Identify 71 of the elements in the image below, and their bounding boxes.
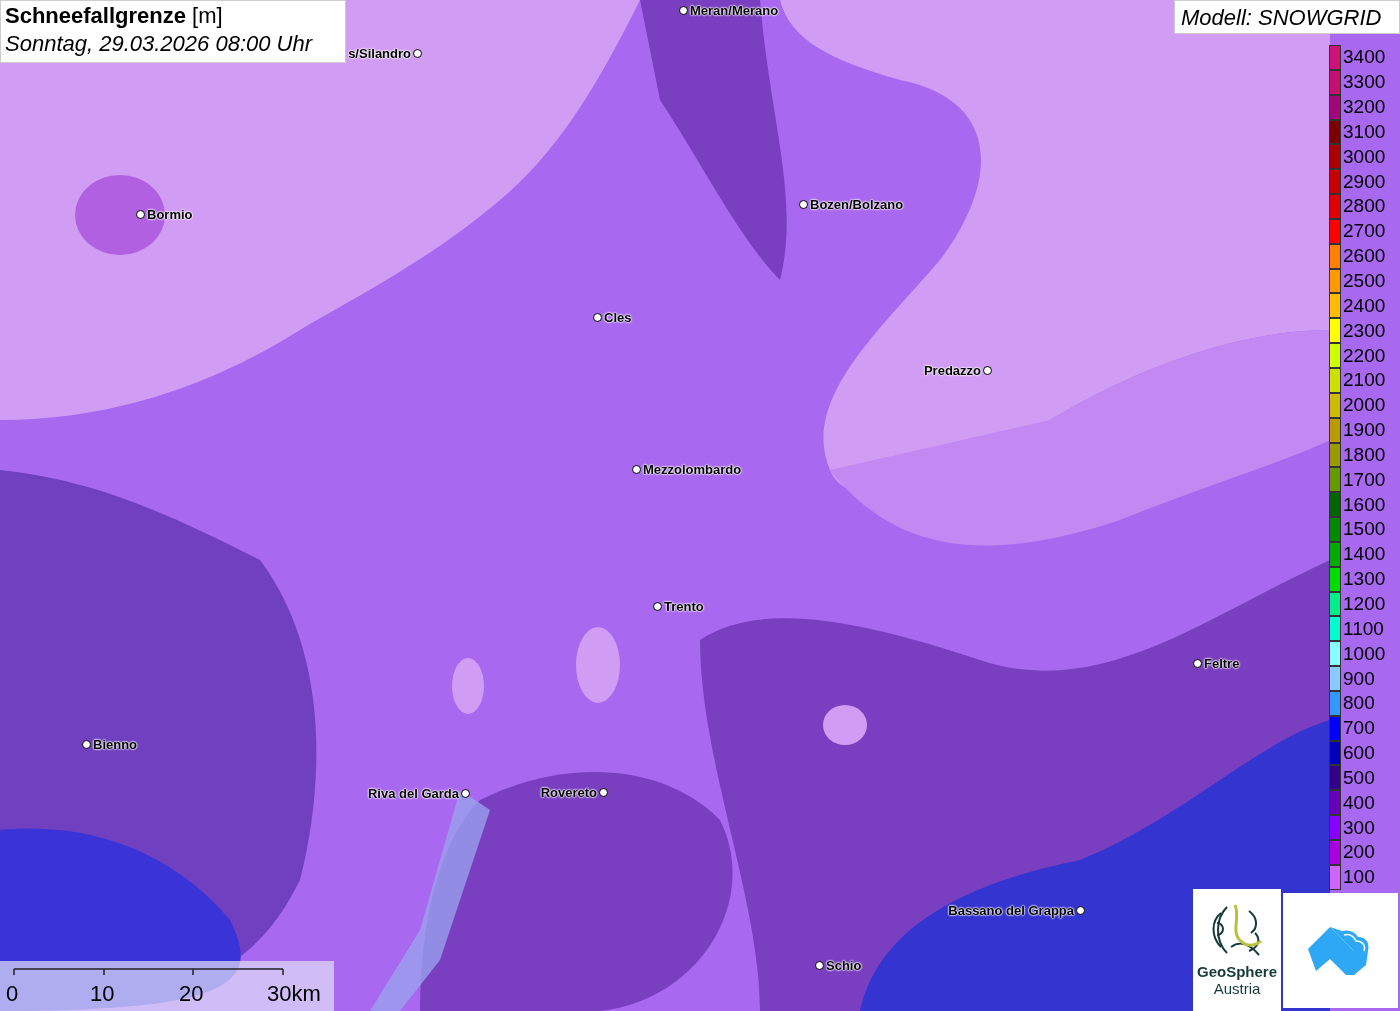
city-marker-icon bbox=[1193, 659, 1202, 668]
legend-label: 3400 bbox=[1343, 46, 1386, 69]
legend-label: 100 bbox=[1343, 866, 1375, 889]
scale-label: 20 bbox=[179, 981, 204, 1007]
city-label: Bozen/Bolzano bbox=[810, 197, 904, 212]
legend-label: 300 bbox=[1343, 816, 1375, 839]
city-marker-icon bbox=[136, 210, 145, 219]
city-label: Rovereto bbox=[540, 785, 597, 800]
legend-label: 200 bbox=[1343, 841, 1375, 864]
legend-label: 2600 bbox=[1343, 245, 1386, 268]
legend-label: 1200 bbox=[1343, 593, 1386, 615]
city-label: s/Silandro bbox=[348, 46, 411, 61]
map-title: Schneefallgrenze [m] bbox=[5, 3, 224, 29]
legend-label: 2700 bbox=[1343, 220, 1386, 243]
legend-label: 700 bbox=[1343, 717, 1375, 740]
legend-label: 2100 bbox=[1343, 369, 1386, 392]
legend-label: 3100 bbox=[1343, 120, 1386, 143]
city-label: Meran/Merano bbox=[690, 3, 779, 18]
city-marker-icon bbox=[82, 740, 91, 749]
legend-label: 1500 bbox=[1343, 518, 1386, 541]
city-label: Bienno bbox=[93, 737, 138, 752]
legend-label: 2500 bbox=[1343, 270, 1386, 292]
city-marker-icon bbox=[632, 465, 641, 474]
city-label: Feltre bbox=[1204, 656, 1240, 671]
city-label: Predazzo bbox=[923, 363, 981, 378]
legend-label: 2300 bbox=[1343, 319, 1386, 342]
city-label: Cles bbox=[604, 310, 632, 325]
legend-label: 2900 bbox=[1343, 170, 1386, 193]
city-label: Mezzolombardo bbox=[643, 462, 742, 477]
legend-label: 3200 bbox=[1343, 96, 1386, 119]
city-marker-icon bbox=[461, 789, 470, 798]
city-marker-icon bbox=[815, 961, 824, 970]
legend-label: 400 bbox=[1343, 791, 1375, 814]
logo-text: GeoSphere bbox=[1197, 963, 1277, 980]
logo-subtext: Austria bbox=[1213, 980, 1261, 997]
model-label: Modell: SNOWGRID bbox=[1174, 0, 1400, 34]
city-marker-icon bbox=[653, 602, 662, 611]
city-label: Riva del Garda bbox=[367, 786, 459, 801]
scale-label: 10 bbox=[90, 981, 115, 1007]
legend-label: 1700 bbox=[1343, 468, 1386, 491]
legend-label: 1900 bbox=[1343, 419, 1386, 442]
city-marker-icon bbox=[679, 6, 688, 15]
city-marker-icon bbox=[983, 366, 992, 375]
city-label: Schio bbox=[826, 958, 862, 973]
legend-label: 1800 bbox=[1343, 443, 1386, 466]
legend-label: 1400 bbox=[1343, 543, 1386, 566]
city-marker-icon bbox=[599, 788, 608, 797]
city-label: Bormio bbox=[147, 207, 193, 222]
city-marker-icon bbox=[799, 200, 808, 209]
legend-label: 900 bbox=[1343, 667, 1375, 690]
city-marker-icon bbox=[593, 313, 602, 322]
city-marker-icon bbox=[1076, 906, 1085, 915]
legend-label: 3000 bbox=[1343, 145, 1386, 168]
city-label: Bassano del Grappa bbox=[948, 903, 1074, 918]
legend-label: 2200 bbox=[1343, 344, 1386, 367]
city-label: Trento bbox=[664, 599, 704, 614]
legend-label: 800 bbox=[1343, 692, 1375, 715]
legend-label: 1600 bbox=[1343, 493, 1386, 516]
legend-label: 1000 bbox=[1343, 642, 1386, 665]
legend-label: 500 bbox=[1343, 766, 1375, 789]
legend-label: 2800 bbox=[1343, 195, 1386, 218]
forecast-time: Sonntag, 29.03.2026 08:00 Uhr bbox=[5, 31, 314, 57]
scale-label: 0 bbox=[6, 981, 19, 1007]
legend-label: 1300 bbox=[1343, 568, 1386, 591]
scale-label: 30km bbox=[267, 981, 321, 1007]
legend-label: 2400 bbox=[1343, 294, 1386, 317]
legend-label: 2000 bbox=[1343, 394, 1386, 417]
legend-label: 1100 bbox=[1343, 617, 1384, 640]
legend-label: 600 bbox=[1343, 742, 1375, 765]
city-marker-icon bbox=[413, 49, 422, 58]
legend-label: 3300 bbox=[1343, 71, 1386, 94]
